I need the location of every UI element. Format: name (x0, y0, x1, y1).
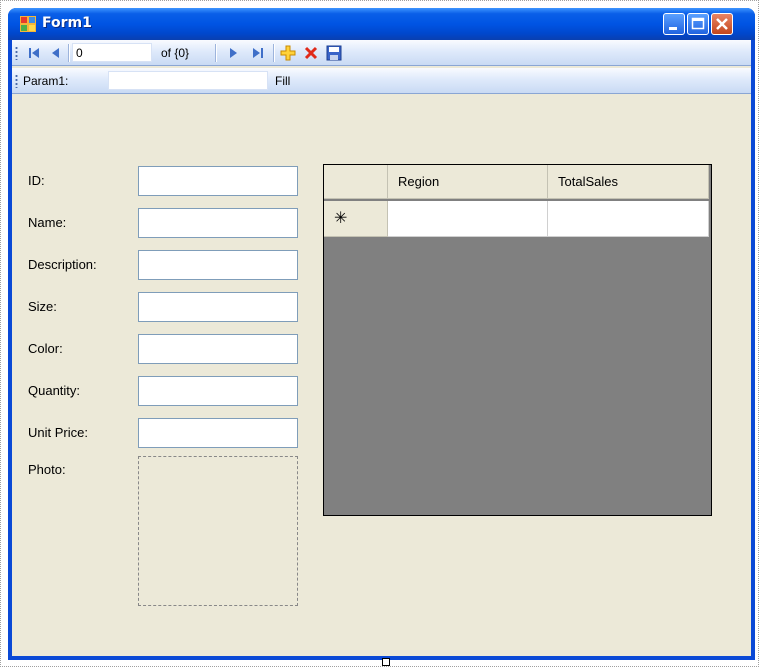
maximize-icon (691, 17, 705, 30)
move-previous-icon[interactable] (48, 45, 64, 61)
form-client-area: of {0} Param1: (12, 40, 751, 656)
move-next-icon[interactable] (225, 45, 241, 61)
minimize-icon (669, 27, 677, 30)
form-app-icon (20, 16, 36, 32)
delete-icon[interactable] (303, 45, 319, 61)
toolbar-grip[interactable] (15, 46, 18, 60)
description-label: Description: (28, 257, 97, 272)
quantity-label: Quantity: (28, 383, 81, 398)
toolbar-separator (215, 44, 217, 62)
unit-price-field[interactable] (138, 418, 298, 448)
color-field[interactable] (138, 334, 298, 364)
position-input[interactable] (72, 43, 152, 62)
toolbar-separator (273, 44, 275, 62)
toolbar-separator (68, 44, 70, 62)
new-row-header[interactable]: ✳ (324, 201, 388, 237)
new-row-totalsales-cell[interactable] (548, 201, 709, 237)
save-icon[interactable] (326, 45, 342, 61)
id-label: ID: (28, 173, 45, 188)
close-button[interactable] (711, 13, 733, 35)
binding-navigator: of {0} (12, 40, 751, 66)
window-title: Form1 (42, 15, 92, 31)
form-window: Form1 of {0} (8, 8, 755, 660)
add-new-icon[interactable] (280, 45, 296, 61)
fill-toolstrip: Param1: Fill (12, 68, 751, 94)
resize-handle[interactable] (382, 658, 390, 666)
param1-input[interactable] (108, 71, 268, 90)
move-first-icon[interactable] (26, 45, 42, 61)
description-field[interactable] (138, 250, 298, 280)
name-field[interactable] (138, 208, 298, 238)
maximize-button[interactable] (687, 13, 709, 35)
quantity-field[interactable] (138, 376, 298, 406)
column-header-totalsales[interactable]: TotalSales (548, 165, 709, 199)
toolbar-grip[interactable] (15, 74, 18, 88)
size-field[interactable] (138, 292, 298, 322)
color-label: Color: (28, 341, 63, 356)
id-field[interactable] (138, 166, 298, 196)
minimize-button[interactable] (663, 13, 685, 35)
record-count-label: of {0} (161, 46, 190, 60)
size-label: Size: (28, 299, 57, 314)
unit-price-label: Unit Price: (28, 425, 88, 440)
new-row-region-cell[interactable] (388, 201, 548, 237)
title-bar[interactable]: Form1 (8, 8, 755, 40)
name-label: Name: (28, 215, 67, 230)
move-last-icon[interactable] (250, 45, 266, 61)
column-header-region[interactable]: Region (388, 165, 548, 199)
photo-picturebox[interactable] (138, 456, 298, 606)
param1-label: Param1: (23, 74, 69, 88)
photo-label: Photo: (28, 462, 66, 477)
sales-datagrid[interactable]: Region TotalSales ✳ (323, 164, 712, 516)
close-icon (716, 18, 728, 30)
fill-button[interactable]: Fill (275, 74, 290, 88)
grid-corner-header[interactable] (324, 165, 388, 199)
